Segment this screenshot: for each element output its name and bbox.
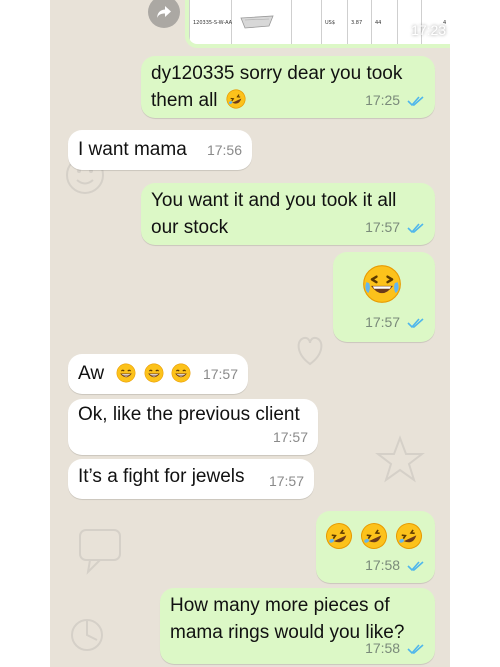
rofl-emoji bbox=[361, 523, 387, 549]
message-text: How many more pieces of bbox=[170, 595, 390, 616]
incoming-message-bubble[interactable]: It’s a fight for jewels 17:57 bbox=[68, 459, 314, 499]
ring-photo-icon bbox=[240, 15, 274, 29]
joy-emoji bbox=[363, 265, 401, 303]
image-cell-text: 3.87 bbox=[351, 20, 363, 26]
shared-table-image[interactable]: 120335-S-W-AA US$ 3.87 44 4 17:23 bbox=[189, 0, 450, 44]
wallpaper-doodle-icon bbox=[375, 435, 425, 483]
message-text: It’s a fight for jewels bbox=[78, 466, 245, 487]
double-check-icon bbox=[407, 223, 424, 234]
outgoing-emoji-bubble[interactable]: 17:57 bbox=[333, 252, 435, 342]
message-timestamp: 17:57 bbox=[365, 214, 425, 241]
outgoing-message-bubble[interactable]: You want it and you took it all our stoc… bbox=[141, 183, 435, 245]
message-text: Aw bbox=[78, 363, 105, 384]
grin-emoji bbox=[171, 363, 191, 383]
grin-emoji bbox=[116, 363, 136, 383]
image-cell-text: 44 bbox=[375, 20, 382, 26]
message-timestamp: 17:58 bbox=[365, 552, 425, 579]
message-timestamp: 17:23 bbox=[411, 22, 450, 38]
message-timestamp: 17:56 bbox=[206, 142, 242, 158]
outgoing-message-bubble[interactable]: How many more pieces of mama rings would… bbox=[160, 588, 435, 664]
image-cell-text: US$ bbox=[325, 20, 336, 26]
grin-emoji bbox=[144, 363, 164, 383]
double-check-icon bbox=[407, 561, 424, 572]
message-timestamp: 17:25 bbox=[365, 87, 425, 114]
wallpaper-doodle-icon bbox=[71, 619, 103, 651]
message-timestamp: 17:57 bbox=[202, 366, 238, 382]
message-text: dy120335 sorry dear you took bbox=[151, 63, 403, 84]
double-check-icon bbox=[407, 96, 424, 107]
forward-button[interactable] bbox=[148, 0, 180, 28]
incoming-message-bubble[interactable]: I want mama 17:56 bbox=[68, 130, 252, 170]
message-timestamp: 17:57 bbox=[268, 473, 304, 489]
rofl-emoji bbox=[396, 523, 422, 549]
double-check-icon bbox=[407, 318, 424, 329]
image-cell-text: 120335-S-W-AA bbox=[193, 20, 233, 26]
message-timestamp: 17:57 bbox=[272, 429, 308, 445]
message-text: You want it and you took it all bbox=[151, 190, 397, 211]
outgoing-emoji-bubble[interactable]: 17:58 bbox=[316, 511, 435, 583]
forward-icon bbox=[157, 6, 171, 18]
rofl-emoji bbox=[226, 89, 246, 109]
outgoing-message-bubble[interactable]: dy120335 sorry dear you took them all 17… bbox=[141, 56, 435, 118]
double-check-icon bbox=[407, 644, 424, 655]
message-text: I want mama bbox=[78, 139, 187, 160]
message-timestamp: 17:57 bbox=[365, 309, 425, 336]
message-timestamp: 17:58 bbox=[365, 635, 425, 662]
wallpaper-doodle-icon bbox=[297, 336, 323, 366]
chat-area[interactable]: 120335-S-W-AA US$ 3.87 44 4 17:23 dy1203… bbox=[50, 0, 450, 667]
incoming-message-bubble[interactable]: Ok, like the previous client 17:57 bbox=[68, 399, 318, 455]
image-message-bubble[interactable]: 120335-S-W-AA US$ 3.87 44 4 17:23 bbox=[185, 0, 450, 48]
incoming-message-bubble[interactable]: Aw 17:57 bbox=[68, 354, 248, 394]
rofl-emoji bbox=[326, 523, 352, 549]
wallpaper-doodle-icon bbox=[79, 529, 121, 575]
